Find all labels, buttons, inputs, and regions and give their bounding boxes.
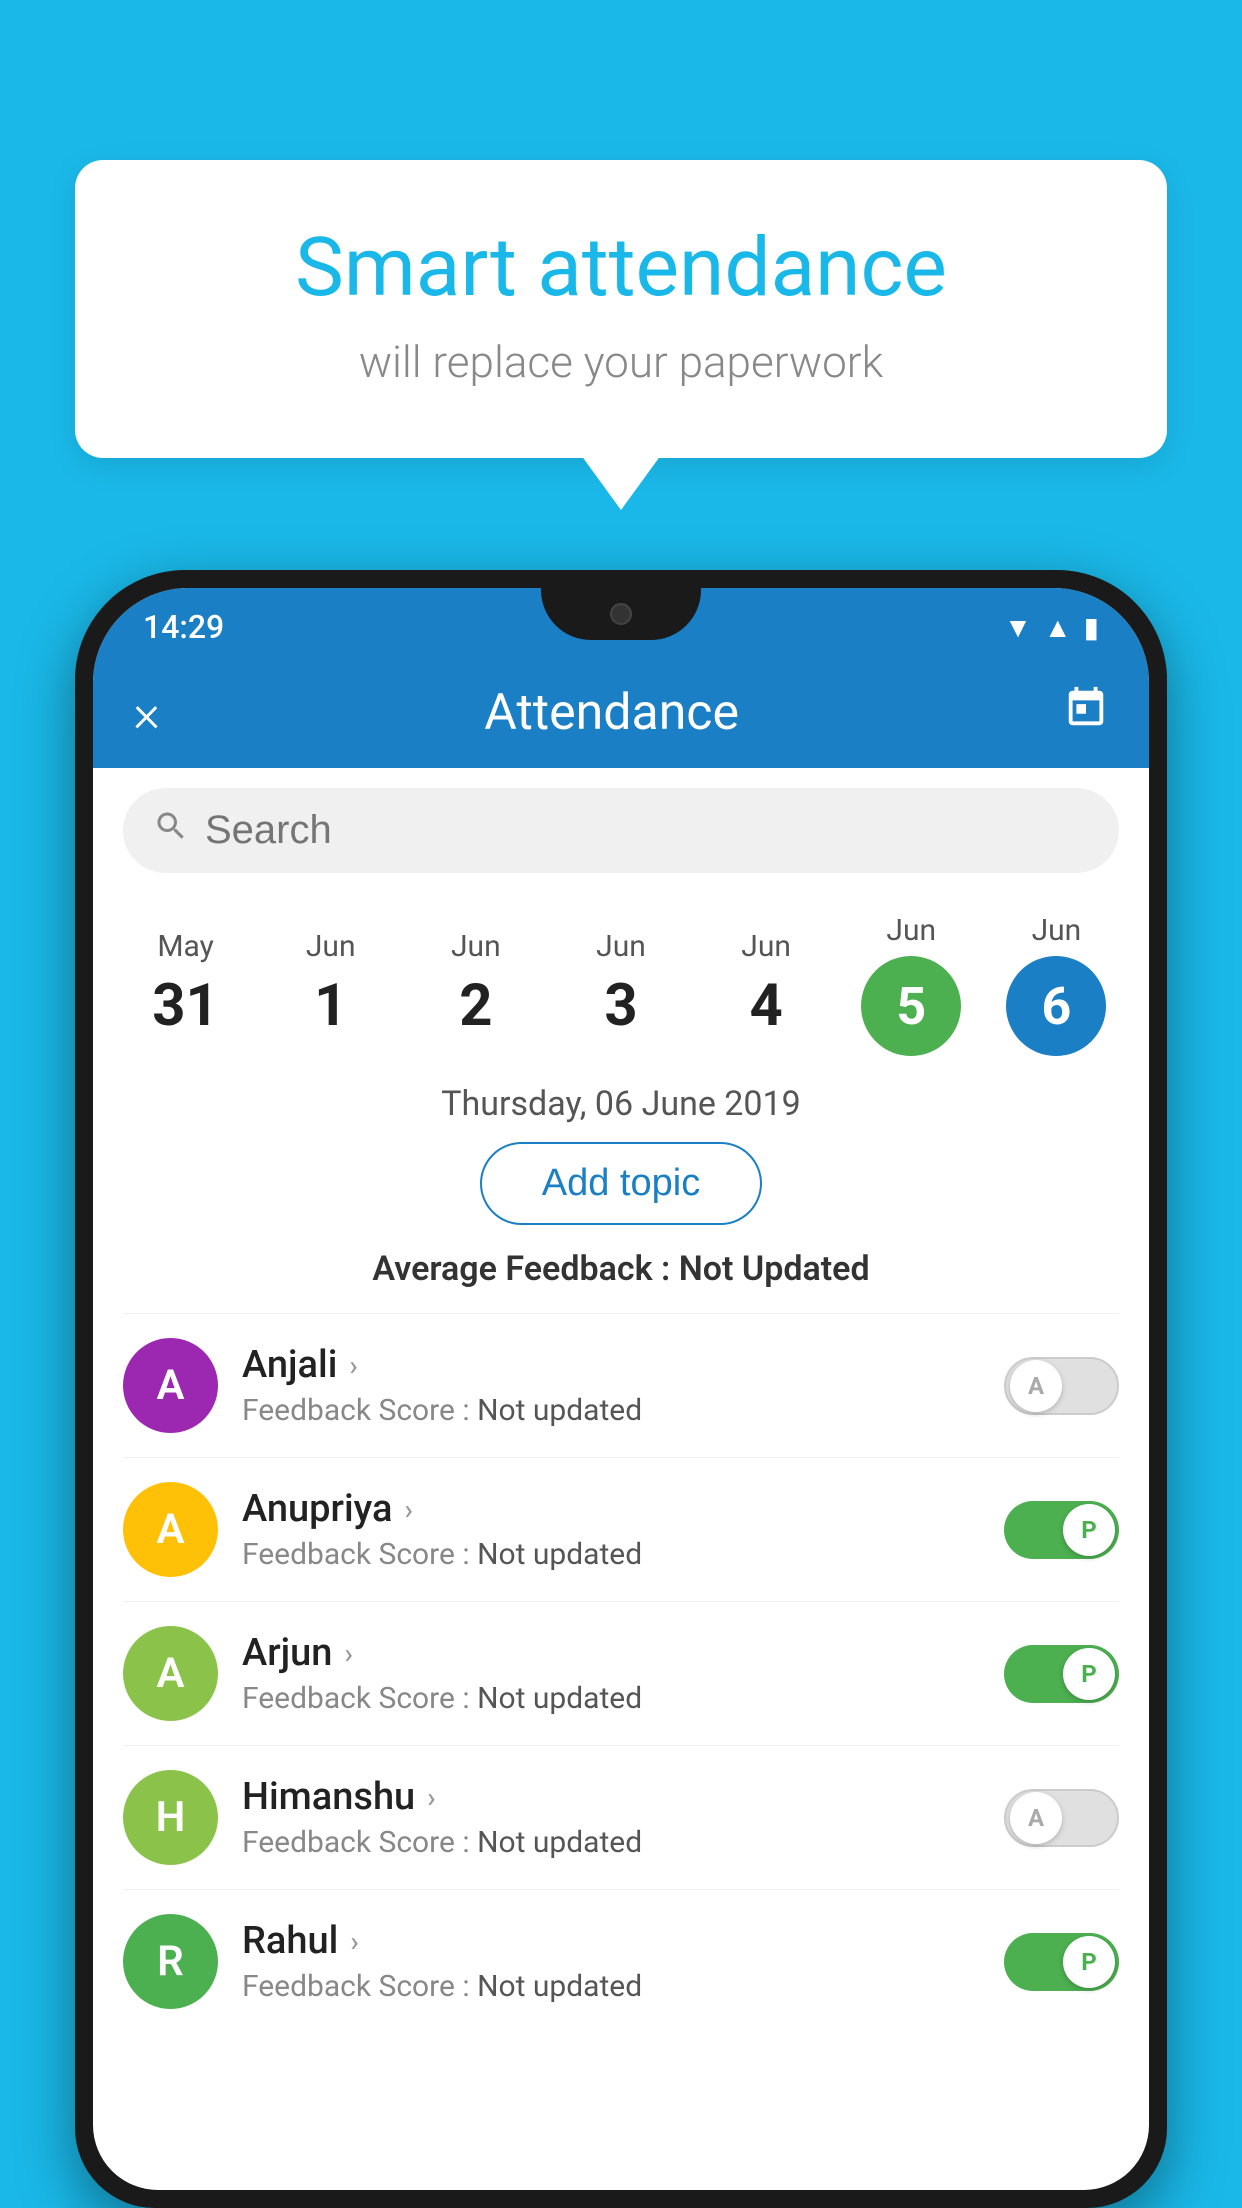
attendance-toggle-1[interactable]: P bbox=[1004, 1501, 1119, 1559]
toggle-container-2[interactable]: P bbox=[1004, 1645, 1119, 1703]
chevron-icon: › bbox=[349, 1349, 357, 1382]
student-item-3[interactable]: H Himanshu › Feedback Score : Not updated A bbox=[123, 1745, 1119, 1889]
date-month-1: Jun bbox=[306, 929, 356, 964]
date-day-0: 31 bbox=[152, 972, 219, 1040]
student-item-1[interactable]: A Anupriya › Feedback Score : Not updated P bbox=[123, 1457, 1119, 1601]
search-input[interactable] bbox=[205, 808, 1089, 853]
date-cell-6[interactable]: Jun 6 bbox=[996, 913, 1116, 1056]
toggle-knob-2: P bbox=[1063, 1648, 1115, 1700]
app-bar: × Attendance bbox=[93, 658, 1149, 768]
date-month-3: Jun bbox=[596, 929, 646, 964]
wifi-icon: ▼ bbox=[1004, 611, 1032, 644]
status-icons: ▼ ▲ ▮ bbox=[1004, 611, 1099, 644]
toggle-knob-0: A bbox=[1010, 1360, 1062, 1412]
phone-notch bbox=[541, 588, 701, 640]
student-list: AAnjali ›Feedback Score : Not updatedAAA… bbox=[93, 1313, 1149, 2033]
search-bar[interactable] bbox=[123, 788, 1119, 873]
front-camera bbox=[610, 603, 632, 625]
signal-icon: ▲ bbox=[1044, 611, 1072, 644]
battery-icon: ▮ bbox=[1084, 611, 1099, 644]
feedback-score-0: Feedback Score : Not updated bbox=[242, 1393, 980, 1428]
toggle-knob-4: P bbox=[1063, 1936, 1115, 1988]
search-icon bbox=[153, 808, 189, 854]
date-cell-4[interactable]: Jun 4 bbox=[706, 929, 826, 1040]
date-month-6: Jun bbox=[1032, 913, 1082, 948]
toggle-container-1[interactable]: P bbox=[1004, 1501, 1119, 1559]
chevron-icon: › bbox=[427, 1781, 435, 1814]
date-day-5: 5 bbox=[861, 956, 961, 1056]
date-cell-1[interactable]: Jun 1 bbox=[271, 929, 391, 1040]
toggle-knob-3: A bbox=[1010, 1792, 1062, 1844]
attendance-toggle-4[interactable]: P bbox=[1004, 1933, 1119, 1991]
student-info-1: Anupriya › Feedback Score : Not updated bbox=[242, 1487, 980, 1572]
date-day-1: 1 bbox=[314, 972, 347, 1040]
feedback-score-1: Feedback Score : Not updated bbox=[242, 1537, 980, 1572]
avg-feedback-value: Not Updated bbox=[679, 1249, 870, 1289]
add-topic-button[interactable]: Add topic bbox=[480, 1142, 762, 1225]
student-item-2[interactable]: A Arjun › Feedback Score : Not updated P bbox=[123, 1601, 1119, 1745]
chevron-icon: › bbox=[344, 1637, 352, 1670]
student-name-1: Anupriya › bbox=[242, 1487, 980, 1531]
feedback-score-4: Feedback Score : Not updated bbox=[242, 1969, 980, 2004]
attendance-toggle-3[interactable]: A bbox=[1004, 1789, 1119, 1847]
average-feedback: Average Feedback : Not Updated bbox=[93, 1249, 1149, 1313]
student-info-4: Rahul › Feedback Score : Not updated bbox=[242, 1919, 980, 2004]
date-cell-0[interactable]: May 31 bbox=[126, 929, 246, 1040]
date-cell-2[interactable]: Jun 2 bbox=[416, 929, 536, 1040]
avatar-0: A bbox=[123, 1338, 218, 1433]
toggle-knob-1: P bbox=[1063, 1504, 1115, 1556]
toggle-container-3[interactable]: A bbox=[1004, 1789, 1119, 1847]
bubble-subtitle: will replace your paperwork bbox=[155, 336, 1087, 388]
date-month-4: Jun bbox=[741, 929, 791, 964]
chevron-icon: › bbox=[404, 1493, 412, 1526]
avatar-3: H bbox=[123, 1770, 218, 1865]
calendar-icon[interactable] bbox=[1063, 685, 1109, 742]
date-month-5: Jun bbox=[886, 913, 936, 948]
bubble-title: Smart attendance bbox=[155, 220, 1087, 316]
date-day-6: 6 bbox=[1006, 956, 1106, 1056]
toggle-container-4[interactable]: P bbox=[1004, 1933, 1119, 1991]
avatar-1: A bbox=[123, 1482, 218, 1577]
attendance-toggle-0[interactable]: A bbox=[1004, 1357, 1119, 1415]
feedback-score-2: Feedback Score : Not updated bbox=[242, 1681, 980, 1716]
date-day-3: 3 bbox=[604, 972, 637, 1040]
phone-frame: 14:29 ▼ ▲ ▮ × Attendance bbox=[75, 570, 1167, 2208]
app-bar-title: Attendance bbox=[484, 684, 739, 742]
selected-date-label: Thursday, 06 June 2019 bbox=[93, 1056, 1149, 1142]
feedback-score-3: Feedback Score : Not updated bbox=[242, 1825, 980, 1860]
avatar-4: R bbox=[123, 1914, 218, 2009]
chevron-icon: › bbox=[350, 1925, 358, 1958]
student-info-3: Himanshu › Feedback Score : Not updated bbox=[242, 1775, 980, 1860]
speech-bubble: Smart attendance will replace your paper… bbox=[75, 160, 1167, 458]
date-month-0: May bbox=[157, 929, 213, 964]
student-info-0: Anjali › Feedback Score : Not updated bbox=[242, 1343, 980, 1428]
toggle-container-0[interactable]: A bbox=[1004, 1357, 1119, 1415]
student-name-2: Arjun › bbox=[242, 1631, 980, 1675]
date-cell-3[interactable]: Jun 3 bbox=[561, 929, 681, 1040]
date-month-2: Jun bbox=[451, 929, 501, 964]
student-info-2: Arjun › Feedback Score : Not updated bbox=[242, 1631, 980, 1716]
date-row: May 31 Jun 1 Jun 2 Jun 3 Jun 4 Jun 5 Jun 6 bbox=[93, 893, 1149, 1056]
avg-feedback-label: Average Feedback : bbox=[372, 1249, 678, 1289]
close-button[interactable]: × bbox=[133, 683, 160, 744]
avatar-2: A bbox=[123, 1626, 218, 1721]
student-name-0: Anjali › bbox=[242, 1343, 980, 1387]
status-time: 14:29 bbox=[143, 608, 224, 646]
date-day-4: 4 bbox=[749, 972, 782, 1040]
student-name-3: Himanshu › bbox=[242, 1775, 980, 1819]
attendance-toggle-2[interactable]: P bbox=[1004, 1645, 1119, 1703]
student-name-4: Rahul › bbox=[242, 1919, 980, 1963]
student-item-4[interactable]: R Rahul › Feedback Score : Not updated P bbox=[123, 1889, 1119, 2033]
date-cell-5[interactable]: Jun 5 bbox=[851, 913, 971, 1056]
phone-screen: 14:29 ▼ ▲ ▮ × Attendance bbox=[93, 588, 1149, 2190]
student-item-0[interactable]: A Anjali › Feedback Score : Not updated A bbox=[123, 1313, 1119, 1457]
date-day-2: 2 bbox=[459, 972, 492, 1040]
